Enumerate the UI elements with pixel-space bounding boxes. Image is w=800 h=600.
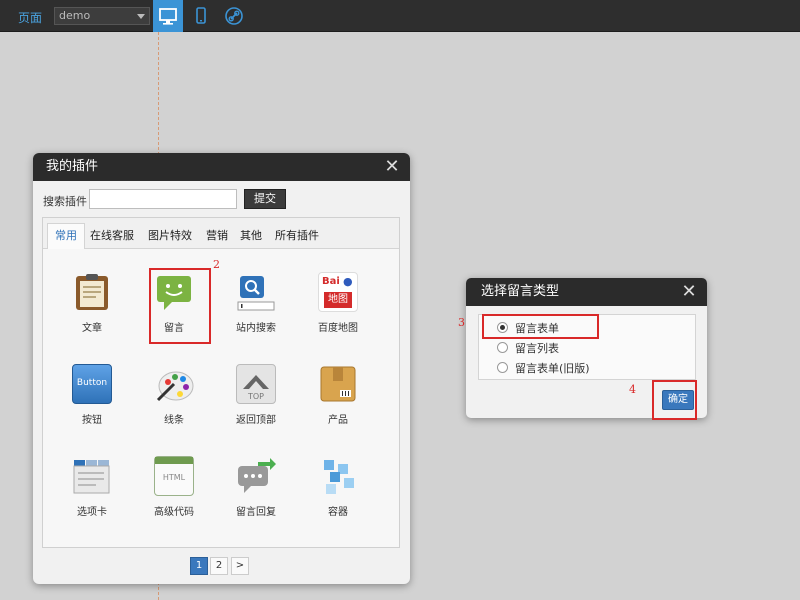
baidu-map-icon: Bai ● 地图 [318,272,358,312]
html-code-icon: HTML [154,456,194,496]
plugin-label: 按钮 [82,415,102,426]
page-1-button[interactable]: 1 [190,557,208,575]
plugin-browser: 常用 在线客服 图片特效 营销 其他 所有插件 文章 留言 站内搜索 Bai ●… [42,217,400,548]
annotation-number-4: 4 [629,383,636,396]
button-icon: Button [72,364,112,404]
plugin-button[interactable]: Button 按钮 [62,364,122,426]
plugin-label: 容器 [328,507,348,518]
annotation-number-3: 3 [458,316,465,329]
baidu-map-text: 地图 [324,292,352,308]
close-icon[interactable]: ✕ [681,278,697,306]
button-icon-text: Button [76,378,108,388]
page-2-button[interactable]: 2 [210,557,228,575]
mobile-view-button[interactable] [186,0,216,32]
page-select-value: demo [59,9,91,22]
dialog-title: 选择留言类型 [481,284,560,299]
radio-icon[interactable] [497,342,508,353]
annotation-box-step-4 [652,380,697,420]
top-icon-text: TOP [247,392,264,401]
plugin-container[interactable]: 容器 [308,456,368,518]
radio-icon[interactable] [497,362,508,373]
tab-common[interactable]: 常用 [47,223,85,249]
plugin-label: 产品 [328,415,348,426]
tab-other[interactable]: 其他 [240,227,262,243]
plugin-label: 高级代码 [154,507,194,518]
plugins-panel-header: 我的插件 ✕ [33,153,410,181]
annotation-number-2: 2 [213,258,220,271]
plugin-label: 返回顶部 [236,415,276,426]
tab-marketing[interactable]: 营销 [206,227,228,243]
option-label: 留言表单(旧版) [515,362,590,375]
plugins-panel: 我的插件 ✕ 搜索插件 提交 常用 在线客服 图片特效 营销 其他 所有插件 文… [33,153,410,584]
plugin-search-input[interactable] [89,189,237,209]
desktop-icon [159,8,177,25]
plugins-panel-title: 我的插件 [46,159,99,174]
reply-bubble-icon [236,456,276,496]
chevron-down-icon [137,14,145,19]
annotation-box-step-3 [482,314,599,339]
site-search-icon [236,272,276,312]
plugin-label: 百度地图 [318,323,358,334]
plugin-article[interactable]: 文章 [62,272,122,334]
plugin-label: 选项卡 [77,507,107,518]
desktop-view-button[interactable] [153,0,183,32]
annotation-box-step-2 [149,268,211,344]
tabs-icon [72,456,112,496]
plugin-html-code[interactable]: HTML 高级代码 [144,456,204,518]
plugin-back-to-top[interactable]: TOP 返回顶部 [226,364,286,426]
html-icon-text: HTML [162,473,186,482]
baidu-logo-text: Bai [322,276,340,287]
close-icon[interactable]: ✕ [384,153,400,181]
plugin-label: 文章 [82,323,102,334]
paw-icon: ● [343,275,353,288]
code-window-bar [155,457,193,464]
plugin-site-search[interactable]: 站内搜索 [226,272,286,334]
option-label: 留言列表 [515,342,559,355]
tab-all-plugins[interactable]: 所有插件 [275,227,319,243]
plugin-line[interactable]: 线条 [144,364,204,426]
plugin-product[interactable]: 产品 [308,364,368,426]
plugin-message-reply[interactable]: 留言回复 [226,456,286,518]
link-view-button[interactable] [219,0,249,32]
search-label: 搜索插件 [43,195,87,208]
back-to-top-icon: TOP [236,364,276,404]
palette-icon [154,364,194,404]
container-cubes-icon [318,456,358,496]
plugin-tabs: 常用 在线客服 图片特效 营销 其他 所有插件 [43,218,399,249]
tab-online-service[interactable]: 在线客服 [90,227,134,243]
next-page-button[interactable]: > [231,557,249,575]
product-box-icon [318,364,358,404]
page-menu-label[interactable]: 页面 [18,9,42,26]
plugin-tabs[interactable]: 选项卡 [62,456,122,518]
dialog-header: 选择留言类型 ✕ [466,278,707,306]
search-submit-button[interactable]: 提交 [244,189,286,209]
link-icon [225,7,243,25]
tab-image-effects[interactable]: 图片特效 [148,227,192,243]
clipboard-icon [72,272,112,312]
plugin-label: 线条 [164,415,184,426]
plugin-baidu-map[interactable]: Bai ● 地图 百度地图 [308,272,368,334]
plugin-label: 留言回复 [236,507,276,518]
plugin-label: 站内搜索 [236,323,276,334]
page-select[interactable]: demo [54,7,150,25]
phone-icon [196,7,206,24]
top-toolbar: 页面 demo [0,0,800,32]
